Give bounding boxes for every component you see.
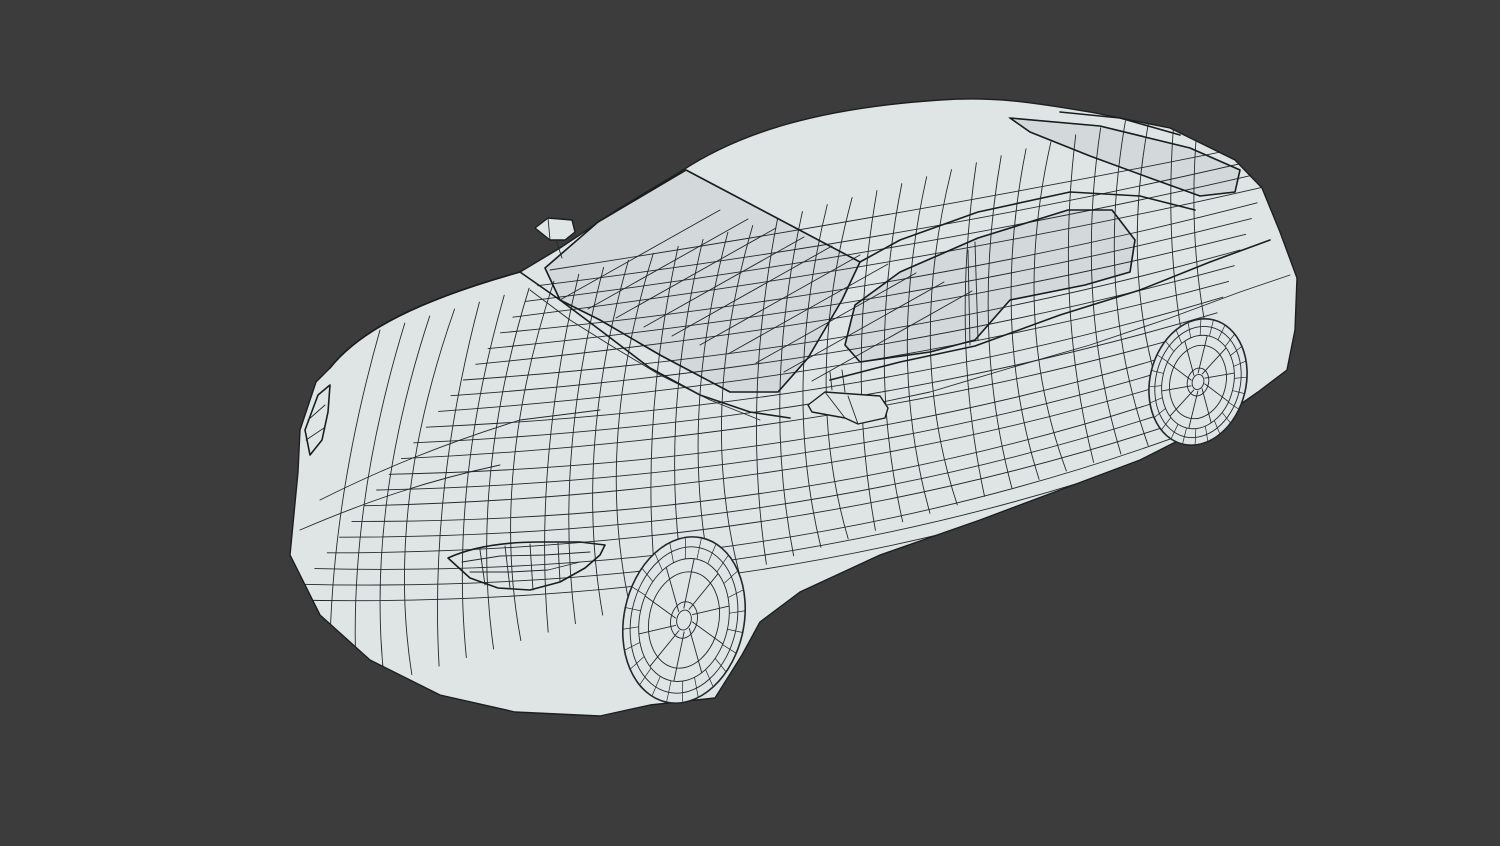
- car-body-shell: [289, 98, 1298, 717]
- car-wireframe-model[interactable]: [0, 0, 1500, 846]
- 3d-viewport[interactable]: [0, 0, 1500, 846]
